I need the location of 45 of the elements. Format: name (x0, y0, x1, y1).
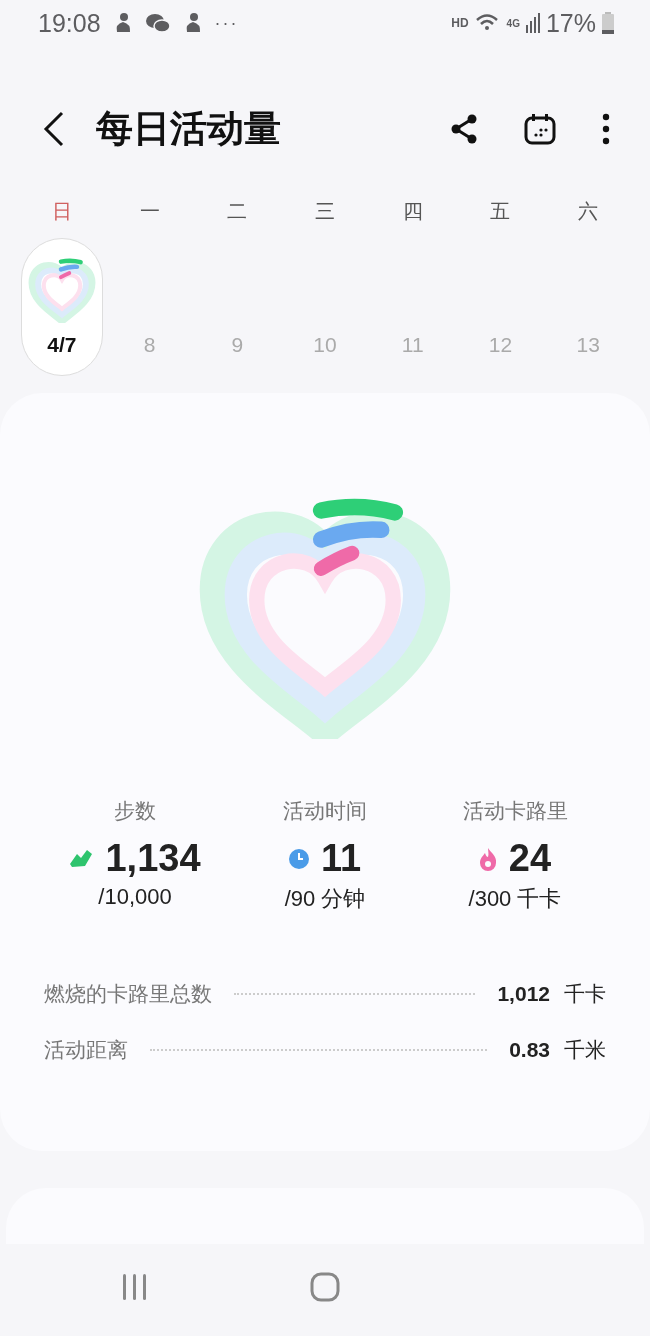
home-icon[interactable] (310, 1272, 340, 1302)
date-item[interactable]: 4/7 (20, 238, 103, 376)
detail-label: 活动距离 (44, 1037, 128, 1064)
page-title: 每日活动量 (96, 107, 282, 151)
weekday-label: 五 (490, 199, 511, 224)
weekday-label: 六 (578, 199, 599, 224)
stat-goal: /10,000 (98, 884, 172, 911)
date-item[interactable]: 12 (459, 238, 542, 376)
network-label: 4G (506, 17, 520, 29)
share-icon[interactable] (450, 114, 478, 144)
detail-unit: 千卡 (564, 981, 606, 1008)
weekday-label: 三 (315, 199, 335, 224)
stat-label: 步数 (114, 798, 156, 825)
date-item[interactable]: 13 (547, 238, 630, 376)
battery-icon (602, 12, 614, 34)
stat-label: 活动卡路里 (462, 798, 568, 825)
stat-value: 24 (508, 837, 552, 881)
weekday-label: 日 (51, 199, 72, 224)
weekday-label: 二 (227, 199, 248, 224)
weekday-label: 一 (139, 199, 160, 224)
weekday-label: 四 (402, 199, 423, 224)
date-item[interactable]: 8 (108, 238, 191, 376)
more-notifications: ··· (214, 12, 239, 34)
stat-goal: /90 分钟 (284, 885, 366, 914)
detail-value: 0.83 (509, 1038, 550, 1063)
stat-goal: /300 千卡 (468, 885, 562, 914)
chat-icon (144, 12, 171, 34)
stat-value: 11 (320, 837, 362, 881)
date-item[interactable]: 10 (284, 238, 366, 376)
recent-apps-icon[interactable] (120, 1273, 149, 1301)
stat-label: 活动时间 (283, 798, 367, 825)
battery-percent: 17% (545, 8, 596, 38)
heart-rings-icon (26, 257, 97, 323)
stat-value: 1,134 (105, 837, 201, 881)
date-item[interactable]: 9 (196, 238, 279, 376)
detail-unit: 千米 (564, 1037, 606, 1064)
more-icon[interactable] (602, 113, 610, 145)
detail-value: 1,012 (497, 982, 550, 1007)
hd-label: HD (451, 16, 469, 30)
signal-icon (525, 13, 540, 33)
date-item[interactable]: 11 (371, 238, 454, 376)
detail-label: 燃烧的卡路里总数 (44, 981, 212, 1008)
clock: 19:08 (38, 8, 101, 38)
calendar-icon[interactable] (524, 113, 556, 145)
back-icon[interactable] (42, 111, 66, 147)
